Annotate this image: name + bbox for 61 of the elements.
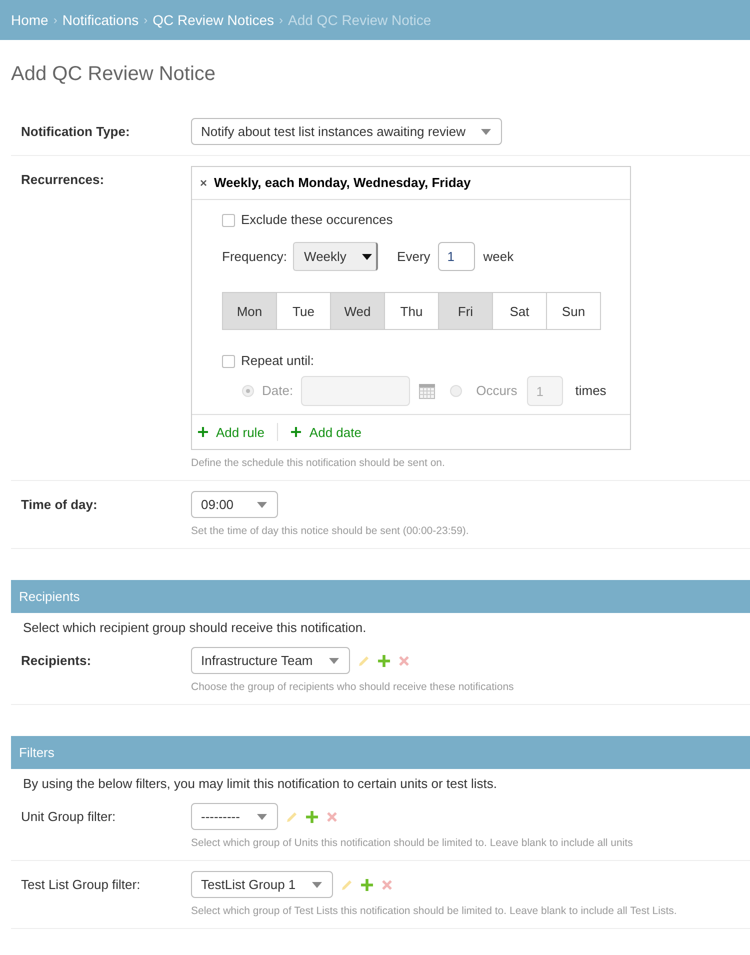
remove-button[interactable]: × (200, 176, 208, 190)
add-link[interactable]: Add date (291, 424, 362, 440)
dropdown[interactable]: 09:00 (191, 491, 278, 518)
plus-icon (291, 427, 302, 437)
caret-icon (328, 658, 339, 664)
weekday-toggle[interactable]: Sun (546, 292, 601, 330)
unit-label: week (483, 248, 514, 264)
dropdown[interactable]: Infrastructure Team (191, 647, 350, 674)
caret-icon (362, 254, 372, 260)
radio-label: Date: (262, 383, 294, 399)
radio-label: Occurs (476, 383, 518, 399)
help-text: Choose the group of recipients who should receive these notifications (191, 680, 514, 694)
checkbox-label: Exclude these occurences (241, 212, 393, 228)
help-text: Select which group of Test Lists this notification should be limited to. Leave blank to include all Test Lists. (191, 904, 677, 918)
checkbox[interactable] (222, 214, 235, 226)
section-description: By using the below filters, you may limit this notification to certain units or test lists. (22, 775, 498, 793)
field-label: Unit Group filter: (21, 808, 117, 826)
date-input[interactable] (301, 376, 410, 406)
field-label: Recipients: (21, 652, 92, 670)
dropdown[interactable]: --------- (191, 803, 278, 830)
weekday-toggle[interactable]: Mon (222, 292, 277, 330)
caret-icon (312, 882, 322, 888)
field-label: Time of day: (21, 496, 98, 514)
breadcrumb-separator: › (53, 13, 58, 27)
breadcrumb-separator: › (144, 13, 148, 27)
current-page-label: Add QC Review Notice (288, 12, 432, 28)
interval-input[interactable]: 1 (438, 242, 476, 271)
interval-label: Every (397, 248, 430, 264)
weekday-toggle[interactable]: Wed (330, 292, 385, 330)
frequency-label: Frequency: (222, 248, 288, 264)
field-label: Notification Type: (21, 123, 131, 141)
checkbox[interactable] (222, 354, 235, 368)
section-header: Recipients (11, 580, 750, 613)
weekday-toggle[interactable]: Fri (438, 292, 493, 330)
field-label: Test List Group filter: (21, 876, 142, 894)
plus-icon[interactable] (360, 878, 373, 890)
help-text: Define the schedule this notification should be sent on. (191, 456, 445, 470)
breadcrumb-separator: › (279, 13, 283, 27)
dropdown[interactable]: Notify about test list instances awaiting review (191, 118, 502, 145)
caret-icon (257, 502, 267, 508)
unit-label: times (575, 383, 606, 399)
plus-icon[interactable] (378, 654, 390, 666)
page-title: Add QC Review Notice (11, 62, 217, 86)
frequency-dropdown[interactable]: Weekly (293, 242, 378, 271)
calendar-icon[interactable] (419, 384, 436, 398)
section-header: Filters (11, 736, 750, 769)
rule-summary: Weekly, each Monday, Wednesday, Friday (214, 175, 471, 191)
checkbox-label: Repeat until: (241, 353, 314, 369)
weekday-toggle[interactable]: Thu (384, 292, 439, 330)
plus-icon[interactable] (306, 810, 318, 822)
weekday-toggle[interactable]: Sat (492, 292, 547, 330)
field-label: Recurrences: (21, 171, 106, 189)
help-text: Set the time of day this notice should be sent (00:00-23:59). (191, 524, 469, 538)
help-text: Select which group of Units this notification should be limited to. Leave blank to include all units (191, 836, 633, 850)
caret-icon (257, 814, 267, 820)
section-description: Select which recipient group should receive this notification. (22, 619, 368, 637)
caret-icon (481, 128, 492, 134)
dropdown[interactable]: TestList Group 1 (191, 871, 333, 898)
plus-icon (198, 427, 208, 437)
add-link[interactable]: Add rule (198, 424, 264, 440)
weekday-toggle[interactable]: Tue (276, 292, 331, 330)
